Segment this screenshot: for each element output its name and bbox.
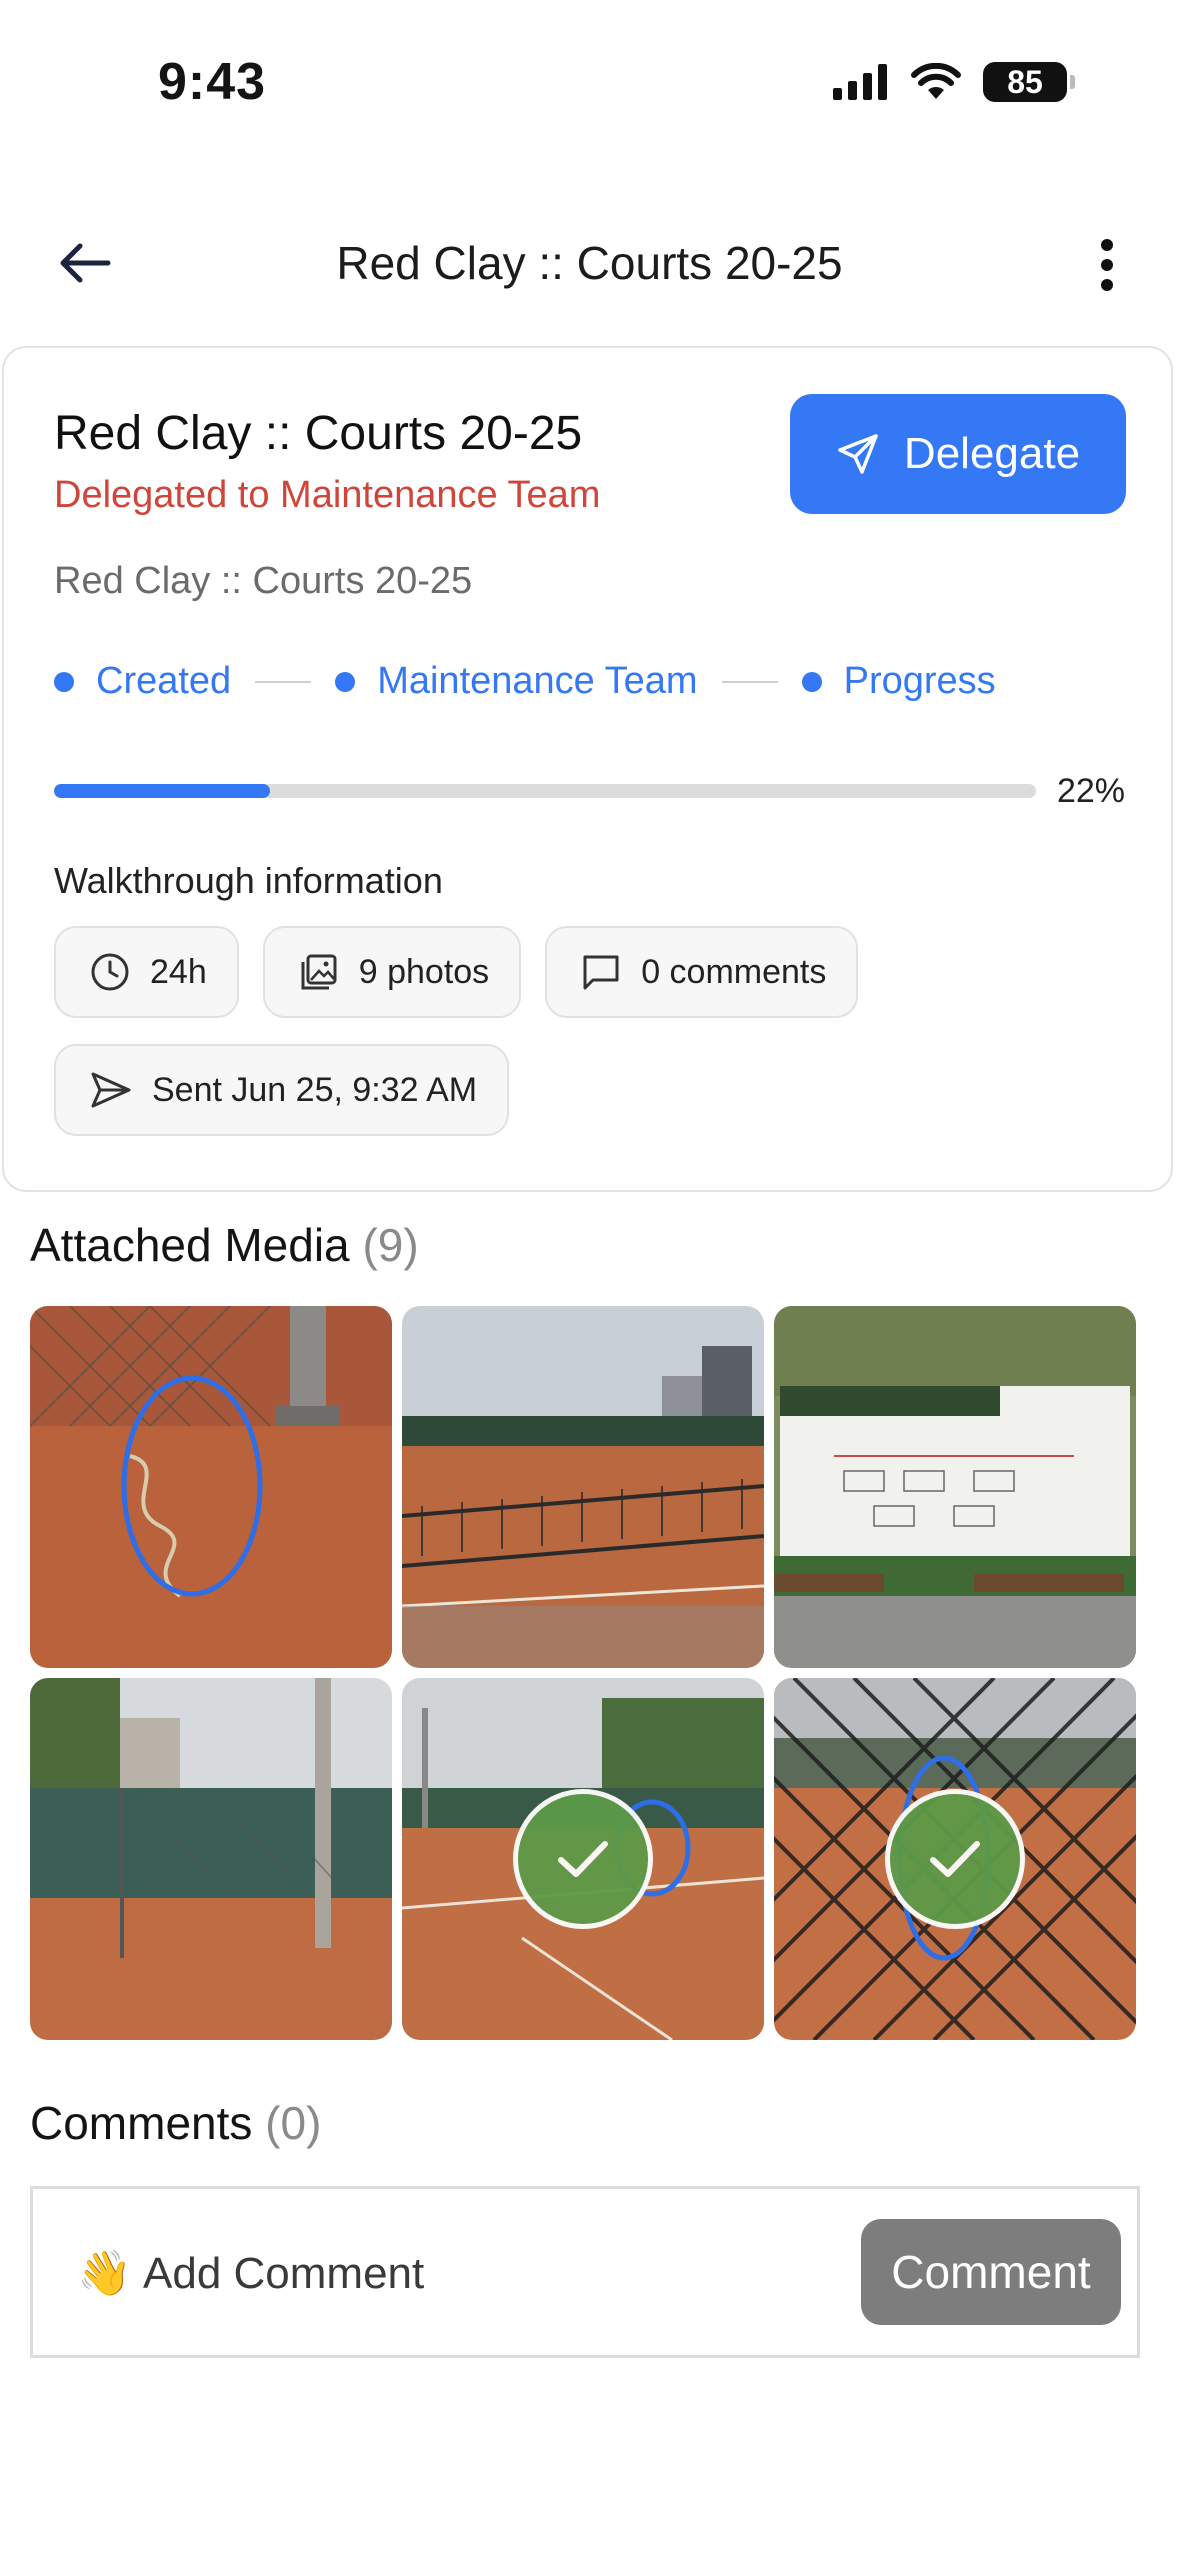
wifi-icon (911, 63, 961, 99)
progress-bar (54, 784, 1036, 798)
task-card: Red Clay :: Courts 20-25 Delegated to Ma… (2, 346, 1173, 1192)
comments-chip: 0 comments (545, 926, 859, 1018)
step-dot (335, 671, 356, 692)
step-dot (801, 671, 822, 692)
step-label: Progress (843, 660, 996, 702)
status-icons: 85 (833, 62, 1075, 102)
waving-hand-icon: 👋 (77, 2249, 132, 2298)
resolved-check-icon (885, 1789, 1025, 1929)
comment-icon (583, 955, 619, 990)
step-connector (721, 680, 778, 683)
progress-fill (54, 784, 271, 798)
comments-count: 0 comments (641, 952, 827, 991)
photos-chip: 9 photos (262, 926, 522, 1018)
comment-composer: 👋 Add Comment Comment (30, 2186, 1140, 2358)
step-label: Maintenance Team (377, 660, 698, 702)
media-grid (30, 1306, 1142, 2040)
step-label: Created (96, 660, 232, 702)
step-connector (255, 680, 312, 683)
media-title: Attached Media (30, 1219, 350, 1271)
media-thumbnail[interactable] (402, 1678, 764, 2040)
step-maintenance-team: Maintenance Team (335, 660, 698, 703)
photos-count: 9 photos (358, 952, 490, 991)
delegation-status: Delegated to Maintenance Team (54, 474, 601, 516)
photo-courts-overview (402, 1306, 764, 1668)
step-created: Created (54, 660, 231, 703)
duration-chip: 24h (54, 926, 239, 1018)
walkthrough-label: Walkthrough information (54, 860, 443, 901)
comments-count-label: (0) (265, 2097, 322, 2149)
paper-plane-icon (91, 1072, 131, 1108)
media-count: (9) (362, 1219, 419, 1271)
media-section-title: Attached Media (9) (30, 1218, 419, 1272)
delegate-button[interactable]: Delegate (790, 394, 1126, 514)
duration-value: 24h (150, 952, 207, 991)
workflow-steps: Created Maintenance Team Progress (54, 660, 996, 703)
sent-chip: Sent Jun 25, 9:32 AM (54, 1044, 510, 1136)
task-title: Red Clay :: Courts 20-25 (54, 407, 583, 460)
battery-level: 85 (983, 62, 1067, 102)
kebab-menu-icon (1101, 239, 1113, 291)
more-options-button[interactable] (1087, 230, 1127, 300)
media-thumbnail[interactable] (30, 1306, 392, 1668)
media-thumbnail[interactable] (774, 1678, 1136, 2040)
comment-input[interactable]: Add Comment (143, 2249, 424, 2299)
status-time: 9:43 (158, 53, 267, 111)
header-bar: Red Clay :: Courts 20-25 (0, 200, 1179, 330)
photo-fence-corner (30, 1678, 392, 2040)
step-progress: Progress (801, 660, 996, 703)
delegate-label: Delegate (903, 429, 1081, 478)
sent-date: Sent Jun 25, 9:32 AM (152, 1070, 478, 1109)
progress-percent: 22% (1056, 772, 1125, 810)
task-description: Red Clay :: Courts 20-25 (54, 560, 473, 602)
clock-icon (91, 953, 129, 991)
media-thumbnail[interactable] (402, 1306, 764, 1668)
comment-button[interactable]: Comment (861, 2219, 1121, 2325)
photo-clay-rope (30, 1306, 392, 1668)
step-dot (54, 671, 74, 692)
resolved-check-icon (513, 1789, 653, 1929)
media-thumbnail[interactable] (774, 1306, 1136, 1668)
comments-section-title: Comments (0) (30, 2096, 321, 2150)
photo-notice-board (774, 1306, 1136, 1668)
page-title: Red Clay :: Courts 20-25 (336, 237, 843, 289)
walkthrough-chips: 24h 9 photos 0 comments Sent Jun 25, 9:3… (54, 926, 1134, 1136)
comments-title: Comments (30, 2097, 253, 2149)
send-icon (838, 434, 878, 474)
photos-icon (301, 954, 337, 990)
battery-icon: 85 (983, 62, 1075, 102)
cellular-signal-icon (833, 64, 887, 100)
media-thumbnail[interactable] (30, 1678, 392, 2040)
